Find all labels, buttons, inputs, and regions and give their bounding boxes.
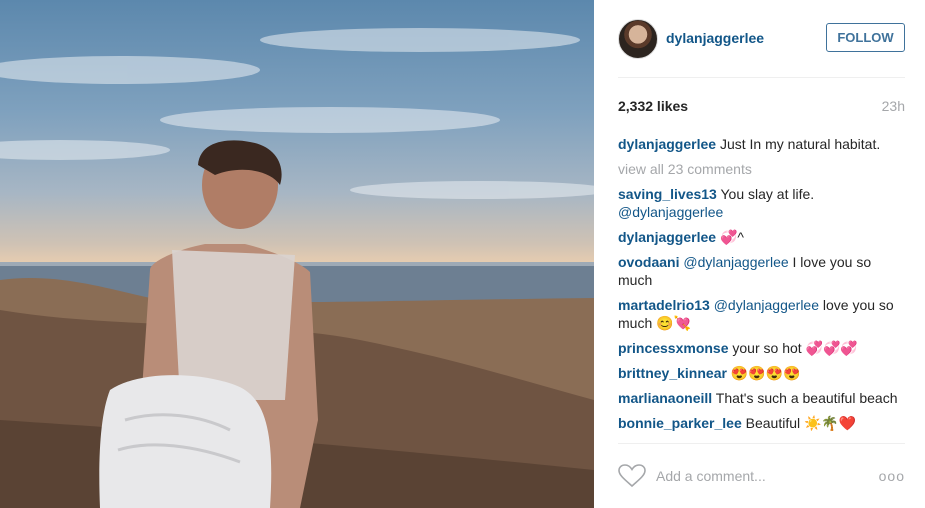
post-footer: Add a comment... ooo [618, 460, 905, 492]
comment-item: saving_lives13 You slay at life. @dylanj… [618, 185, 905, 221]
comment-item: marlianaoneill That's such a beautiful b… [618, 389, 905, 407]
caption-username[interactable]: dylanjaggerlee [618, 136, 716, 152]
comment-item: ovodaani @dylanjaggerlee I love you so m… [618, 253, 905, 289]
add-comment-input[interactable]: Add a comment... [656, 468, 766, 484]
comment-username[interactable]: princessxmonse [618, 340, 729, 356]
comment-mention[interactable]: @dylanjaggerlee [714, 297, 819, 313]
author-username[interactable]: dylanjaggerlee [666, 30, 764, 46]
caption-text: Just In my natural habitat. [719, 136, 881, 152]
comment-item: bonnie_parker_lee Beautiful ☀️🌴❤️ [618, 414, 905, 432]
likes-count[interactable]: 2,332 likes [618, 98, 688, 114]
comment-item: dylanjaggerlee 💞^ [618, 228, 905, 246]
comment-username[interactable]: bonnie_parker_lee [618, 415, 742, 431]
view-all-comments-link[interactable]: view all 23 comments [618, 160, 905, 178]
comment-username[interactable]: ovodaani [618, 254, 679, 270]
avatar[interactable] [618, 19, 658, 59]
post-header: dylanjaggerlee FOLLOW [618, 18, 905, 59]
comment-item: princessxmonse your so hot 💞💞💞 [618, 339, 905, 357]
comment-username[interactable]: martadelrio13 [618, 297, 710, 313]
comment-mention[interactable]: @dylanjaggerlee [683, 254, 788, 270]
comment-username[interactable]: marlianaoneill [618, 390, 712, 406]
comment-text: Beautiful ☀️🌴❤️ [745, 415, 857, 431]
comment-text: That's such a beautiful beach [715, 390, 898, 406]
comment-text: your so hot 💞💞💞 [732, 340, 858, 356]
comments-list: dylanjaggerlee Just In my natural habita… [618, 135, 905, 442]
heart-outline-icon[interactable] [618, 464, 646, 488]
more-options-icon[interactable]: ooo [879, 468, 905, 484]
comment-text: You slay at life. [720, 186, 815, 202]
comment-username[interactable]: dylanjaggerlee [618, 229, 716, 245]
post-details-panel: dylanjaggerlee FOLLOW 2,332 likes 23h dy… [594, 0, 925, 508]
comment-username[interactable]: saving_lives13 [618, 186, 717, 202]
comment-username[interactable]: brittney_kinnear [618, 365, 727, 381]
comment-text: 💞^ [719, 229, 744, 245]
post-time[interactable]: 23h [882, 98, 905, 114]
footer-divider [618, 443, 905, 444]
comment-item: brittney_kinnear 😍😍😍😍 [618, 364, 905, 382]
comment-text: 😍😍😍😍 [730, 365, 801, 381]
post-photo[interactable] [0, 0, 594, 508]
comment-mention[interactable]: @dylanjaggerlee [618, 204, 723, 220]
follow-button[interactable]: FOLLOW [826, 23, 905, 52]
header-divider [618, 77, 905, 78]
beach-photo-illustration [0, 28, 594, 508]
caption: dylanjaggerlee Just In my natural habita… [618, 135, 905, 153]
comment-item: martadelrio13 @dylanjaggerlee love you s… [618, 296, 905, 332]
